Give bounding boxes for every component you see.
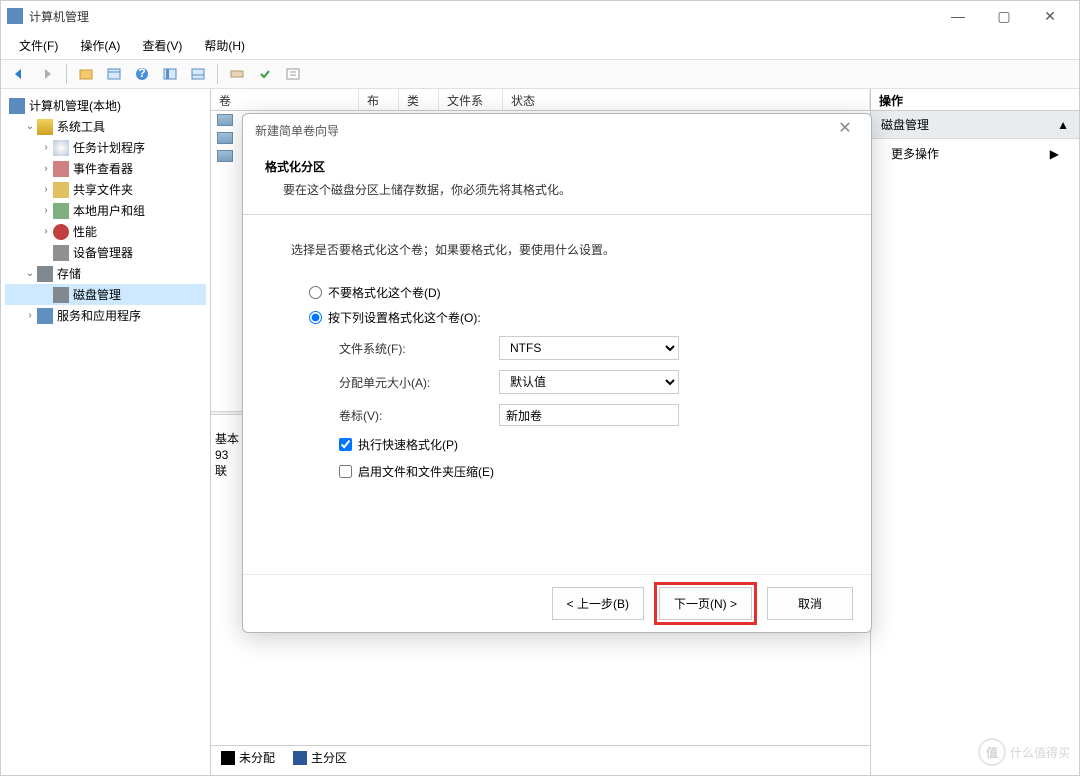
toolbar-btn-help[interactable]: ?	[130, 62, 154, 86]
window-title: 计算机管理	[29, 8, 935, 25]
collapse-arrow-icon: ▲	[1057, 118, 1069, 132]
menu-action[interactable]: 操作(A)	[70, 33, 130, 58]
toolbar-btn-4[interactable]	[158, 62, 182, 86]
disk-info-block: 基本 93 联	[215, 431, 239, 479]
radio-no-format-label: 不要格式化这个卷(D)	[328, 284, 441, 301]
submenu-arrow-icon: ▶	[1050, 147, 1059, 161]
radio-no-format[interactable]	[309, 286, 322, 299]
col-type[interactable]: 类型	[399, 89, 439, 110]
dialog-header: 格式化分区 要在这个磁盘分区上储存数据，你必须先将其格式化。	[243, 146, 871, 214]
actions-header: 操作	[871, 89, 1079, 111]
tree-storage[interactable]: ⌄存储	[5, 263, 206, 284]
legend-primary: 主分区	[293, 749, 347, 766]
nav-back-button[interactable]	[7, 62, 31, 86]
toolbar-btn-1[interactable]	[74, 62, 98, 86]
col-status[interactable]: 状态	[503, 89, 870, 110]
menu-help[interactable]: 帮助(H)	[194, 33, 255, 58]
titlebar: 计算机管理 — ▢ ✕	[1, 1, 1079, 31]
compression-checkbox[interactable]	[339, 465, 352, 478]
radio-format[interactable]	[309, 311, 322, 324]
dialog-instruction: 选择是否要格式化这个卷；如果要格式化，要使用什么设置。	[291, 241, 823, 258]
allocation-label: 分配单元大小(A):	[339, 374, 499, 391]
col-filesystem[interactable]: 文件系统	[439, 89, 503, 110]
watermark: 值 什么值得买	[978, 738, 1070, 766]
disk-status-label: 联	[215, 463, 239, 479]
legend-bar: 未分配 主分区	[211, 745, 870, 769]
disk-size-label: 93	[215, 447, 239, 463]
quick-format-label: 执行快速格式化(P)	[358, 436, 458, 453]
dialog-title: 新建简单卷向导	[255, 122, 831, 139]
radio-no-format-row[interactable]: 不要格式化这个卷(D)	[309, 284, 823, 301]
menu-file[interactable]: 文件(F)	[9, 33, 68, 58]
filesystem-select[interactable]: NTFS	[499, 336, 679, 360]
volume-icon	[217, 132, 233, 144]
dialog-subheading: 要在这个磁盘分区上储存数据，你必须先将其格式化。	[265, 181, 849, 198]
volume-label-label: 卷标(V):	[339, 407, 499, 424]
toolbar-btn-8[interactable]	[281, 62, 305, 86]
radio-format-label: 按下列设置格式化这个卷(O):	[328, 309, 481, 326]
allocation-row: 分配单元大小(A): 默认值	[339, 370, 823, 394]
watermark-badge-icon: 值	[978, 738, 1006, 766]
dialog-close-button[interactable]: ✕	[831, 116, 859, 144]
tree-device-manager[interactable]: 设备管理器	[5, 242, 206, 263]
dialog-footer: < 上一步(B) 下一页(N) > 取消	[243, 574, 871, 632]
menu-view[interactable]: 查看(V)	[132, 33, 192, 58]
volume-label-row: 卷标(V):	[339, 404, 823, 426]
close-button[interactable]: ✕	[1027, 1, 1073, 31]
allocation-select[interactable]: 默认值	[499, 370, 679, 394]
volume-label-input[interactable]	[499, 404, 679, 426]
volume-icon	[217, 114, 233, 126]
disk-type-label: 基本	[215, 431, 239, 447]
next-button[interactable]: 下一页(N) >	[659, 587, 752, 620]
filesystem-label: 文件系统(F):	[339, 340, 499, 357]
minimize-button[interactable]: —	[935, 1, 981, 31]
tree-disk-management[interactable]: 磁盘管理	[5, 284, 206, 305]
dialog-heading: 格式化分区	[265, 158, 849, 175]
back-button[interactable]: < 上一步(B)	[552, 587, 644, 620]
nav-forward-button[interactable]	[35, 62, 59, 86]
filesystem-row: 文件系统(F): NTFS	[339, 336, 823, 360]
col-volume[interactable]: 卷	[211, 89, 359, 110]
compression-row[interactable]: 启用文件和文件夹压缩(E)	[339, 463, 823, 480]
legend-unallocated: 未分配	[221, 749, 275, 766]
maximize-button[interactable]: ▢	[981, 1, 1027, 31]
actions-section-diskmgmt[interactable]: 磁盘管理 ▲	[871, 111, 1079, 139]
cancel-button[interactable]: 取消	[767, 587, 853, 620]
actions-pane: 操作 磁盘管理 ▲ 更多操作 ▶	[871, 89, 1079, 775]
watermark-text: 什么值得买	[1010, 744, 1070, 761]
app-icon	[7, 8, 23, 24]
menubar: 文件(F) 操作(A) 查看(V) 帮助(H)	[1, 31, 1079, 59]
grid-header: 卷 布局 类型 文件系统 状态	[211, 89, 870, 111]
dialog-body: 选择是否要格式化这个卷；如果要格式化，要使用什么设置。 不要格式化这个卷(D) …	[243, 215, 871, 574]
compression-label: 启用文件和文件夹压缩(E)	[358, 463, 494, 480]
quick-format-checkbox[interactable]	[339, 438, 352, 451]
toolbar-btn-7[interactable]	[253, 62, 277, 86]
tree-event-viewer[interactable]: ›事件查看器	[5, 158, 206, 179]
volume-icon	[217, 150, 233, 162]
quick-format-row[interactable]: 执行快速格式化(P)	[339, 436, 823, 453]
tree-root[interactable]: 计算机管理(本地)	[5, 95, 206, 116]
actions-more[interactable]: 更多操作 ▶	[871, 139, 1079, 168]
toolbar-btn-2[interactable]	[102, 62, 126, 86]
toolbar-separator	[66, 64, 67, 84]
tree-local-users[interactable]: ›本地用户和组	[5, 200, 206, 221]
new-volume-wizard-dialog: 新建简单卷向导 ✕ 格式化分区 要在这个磁盘分区上储存数据，你必须先将其格式化。…	[242, 113, 872, 633]
svg-text:?: ?	[138, 67, 145, 80]
col-layout[interactable]: 布局	[359, 89, 399, 110]
tree-services-apps[interactable]: ›服务和应用程序	[5, 305, 206, 326]
radio-format-row[interactable]: 按下列设置格式化这个卷(O):	[309, 309, 823, 326]
tree-pane[interactable]: 计算机管理(本地) ⌄系统工具 ›任务计划程序 ›事件查看器 ›共享文件夹 ›本…	[1, 89, 211, 775]
dialog-titlebar: 新建简单卷向导 ✕	[243, 114, 871, 146]
toolbar: ?	[1, 59, 1079, 89]
tree-task-scheduler[interactable]: ›任务计划程序	[5, 137, 206, 158]
tree-shared-folders[interactable]: ›共享文件夹	[5, 179, 206, 200]
tree-performance[interactable]: ›性能	[5, 221, 206, 242]
next-button-highlight: 下一页(N) >	[654, 582, 757, 625]
toolbar-btn-6[interactable]	[225, 62, 249, 86]
toolbar-btn-5[interactable]	[186, 62, 210, 86]
toolbar-separator	[217, 64, 218, 84]
tree-system-tools[interactable]: ⌄系统工具	[5, 116, 206, 137]
